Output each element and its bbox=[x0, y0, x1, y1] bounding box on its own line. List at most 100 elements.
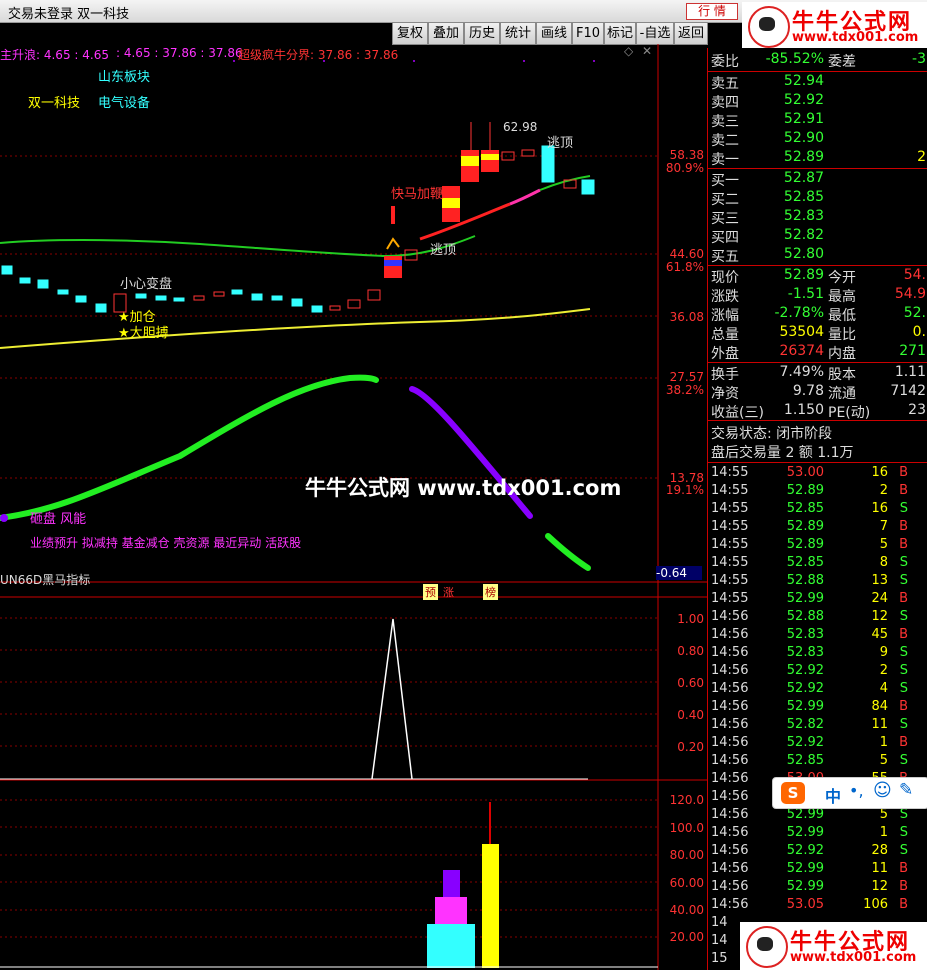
toolbar-draw-line[interactable]: 画线 bbox=[536, 22, 572, 45]
toolbar-f10[interactable]: F10 bbox=[572, 22, 604, 45]
stats-label-2: 股本 bbox=[828, 367, 856, 383]
toolbar-overlay[interactable]: 叠加 bbox=[428, 22, 464, 45]
toolbar-back[interactable]: 返回 bbox=[674, 22, 708, 45]
tick-price: 52.88 bbox=[786, 609, 824, 624]
tick-time: 14:56 bbox=[711, 879, 749, 894]
bar-yellow bbox=[482, 844, 499, 968]
tick-volume: 106 bbox=[863, 897, 888, 912]
stock-name-label: 双一科技 bbox=[28, 96, 81, 111]
stats-value-2: 7142 bbox=[890, 383, 926, 399]
window-title: 交易未登录 双一科技 bbox=[8, 7, 130, 22]
toolbar-restore-right[interactable]: 复权 bbox=[392, 22, 428, 45]
buy-level-price: 52.85 bbox=[783, 189, 824, 205]
close-panel-icon[interactable]: ✕ bbox=[642, 44, 652, 58]
stats-value: 1.150 bbox=[783, 402, 824, 418]
chart-canvas bbox=[0, 44, 707, 970]
indicator-values-3: 超级疯牛分界: 37.86 : 37.86 bbox=[238, 48, 399, 62]
quote-value: -1.51 bbox=[787, 286, 824, 302]
sell-level-row[interactable]: 卖四 52.92 bbox=[708, 92, 927, 111]
sub2-tick-1: 120.0 bbox=[669, 793, 704, 807]
quote-label: 涨幅 bbox=[711, 308, 739, 324]
arrow-up-icon bbox=[386, 237, 400, 250]
quote-label: 外盘 bbox=[711, 346, 739, 362]
flag-zhang: 涨 bbox=[443, 586, 454, 599]
tick-side: B bbox=[899, 483, 908, 498]
tick-price: 52.99 bbox=[786, 807, 824, 822]
tick-price: 53.05 bbox=[786, 897, 824, 912]
watermark-url: www.tdx001.com bbox=[792, 30, 919, 45]
ime-toolbar[interactable]: S 中 •, ☺ ✎ bbox=[772, 777, 927, 809]
tick-time: 14:56 bbox=[711, 807, 749, 822]
quote-button[interactable]: 行 情 bbox=[686, 3, 738, 20]
quote-row: 总量 53504 量比 0. bbox=[708, 324, 927, 343]
diamond-icon[interactable]: ◇ bbox=[624, 44, 633, 58]
buy-level-row[interactable]: 买四 52.82 bbox=[708, 227, 927, 246]
toolbar-watchlist[interactable]: -自选 bbox=[636, 22, 674, 45]
punctuation-icon[interactable]: •, bbox=[849, 781, 864, 800]
sell-level-row[interactable]: 卖五 52.94 bbox=[708, 73, 927, 92]
buy-level-row[interactable]: 买二 52.85 bbox=[708, 189, 927, 208]
stats-value-2: 23 bbox=[908, 402, 926, 418]
sell-level-row[interactable]: 卖二 52.90 bbox=[708, 130, 927, 149]
tick-side: S bbox=[899, 825, 908, 840]
sell-level-row[interactable]: 卖一 52.89 2 bbox=[708, 149, 927, 168]
pen-icon[interactable]: ✎ bbox=[899, 780, 913, 800]
tick-time: 14:55 bbox=[711, 465, 749, 480]
tick-side: S bbox=[899, 501, 908, 516]
buy-level-row[interactable]: 买一 52.87 bbox=[708, 170, 927, 189]
tick-volume: 12 bbox=[871, 609, 888, 624]
sell-level-row[interactable]: 卖三 52.91 bbox=[708, 111, 927, 130]
tick-row: 14:56 52.83 45 B bbox=[708, 627, 927, 645]
trade-status-row: 交易状态: 闭市阶段 bbox=[708, 423, 927, 442]
sub2-tick-2: 100.0 bbox=[669, 821, 704, 835]
tick-side: S bbox=[899, 663, 908, 678]
tick-time: 14:56 bbox=[711, 681, 749, 696]
stats-value: 9.78 bbox=[792, 383, 824, 399]
sell-level-price: 52.94 bbox=[783, 73, 824, 89]
sub1-tick-3: 0.60 bbox=[677, 676, 704, 690]
emoji-icon[interactable]: ☺ bbox=[873, 780, 892, 801]
quote-value-2: 0. bbox=[912, 324, 926, 340]
quote-row: 现价 52.89 今开 54. bbox=[708, 267, 927, 286]
tick-row: 14:56 52.85 5 S bbox=[708, 753, 927, 771]
toolbar-history[interactable]: 历史 bbox=[464, 22, 500, 45]
tick-row: 14:56 52.92 4 S bbox=[708, 681, 927, 699]
ime-mode[interactable]: 中 bbox=[825, 783, 841, 807]
quote-value-2: 271 bbox=[899, 343, 926, 359]
fast-horse-label: 快马加鞭 bbox=[391, 187, 444, 202]
tick-row: 14:56 52.99 84 B bbox=[708, 699, 927, 717]
tick-time: 14:55 bbox=[711, 537, 749, 552]
weibi-label: 委比 bbox=[711, 54, 739, 70]
tick-volume: 8 bbox=[879, 555, 888, 570]
tick-time: 14:56 bbox=[711, 897, 749, 912]
tick-pct-80: 80.9% bbox=[665, 161, 704, 175]
buy-level-label: 买一 bbox=[711, 173, 739, 189]
quote-value: 52.89 bbox=[783, 267, 824, 283]
tick-volume: 11 bbox=[871, 861, 888, 876]
tick-time: 14:56 bbox=[711, 843, 749, 858]
tick-row: 14:55 52.88 13 S bbox=[708, 573, 927, 591]
toolbar-statistics[interactable]: 统计 bbox=[500, 22, 536, 45]
indicator-name: UN66D黑马指标 bbox=[0, 573, 91, 587]
tick-time: 14:55 bbox=[711, 573, 749, 588]
sell-level-price: 52.91 bbox=[783, 111, 824, 127]
sub1-tick-2: 0.80 bbox=[677, 644, 704, 658]
tick-side: S bbox=[899, 753, 908, 768]
sell-level-price: 52.92 bbox=[783, 92, 824, 108]
tick-row: 14:56 52.92 2 S bbox=[708, 663, 927, 681]
tick-time: 14:55 bbox=[711, 483, 749, 498]
cost-line-label: 砸盘 风能 bbox=[30, 512, 87, 527]
ma-line-red bbox=[419, 202, 511, 241]
tick-price-58: 58.38 bbox=[669, 148, 704, 162]
sell-level-volume: 2 bbox=[917, 149, 926, 165]
tick-row: 14:56 52.99 5 S bbox=[708, 807, 927, 825]
tick-time: 15 bbox=[711, 951, 728, 966]
tick-row: 14:55 52.89 2 B bbox=[708, 483, 927, 501]
tick-row: 14:55 53.00 16 B bbox=[708, 465, 927, 483]
buy-level-row[interactable]: 买三 52.83 bbox=[708, 208, 927, 227]
toolbar-mark[interactable]: 标记 bbox=[604, 22, 636, 45]
buy-level-row[interactable]: 买五 52.80 bbox=[708, 246, 927, 265]
buy-level-label: 买五 bbox=[711, 249, 739, 265]
quote-row: 涨跌 -1.51 最高 54.9 bbox=[708, 286, 927, 305]
sub2-tick-5: 40.00 bbox=[669, 903, 704, 917]
